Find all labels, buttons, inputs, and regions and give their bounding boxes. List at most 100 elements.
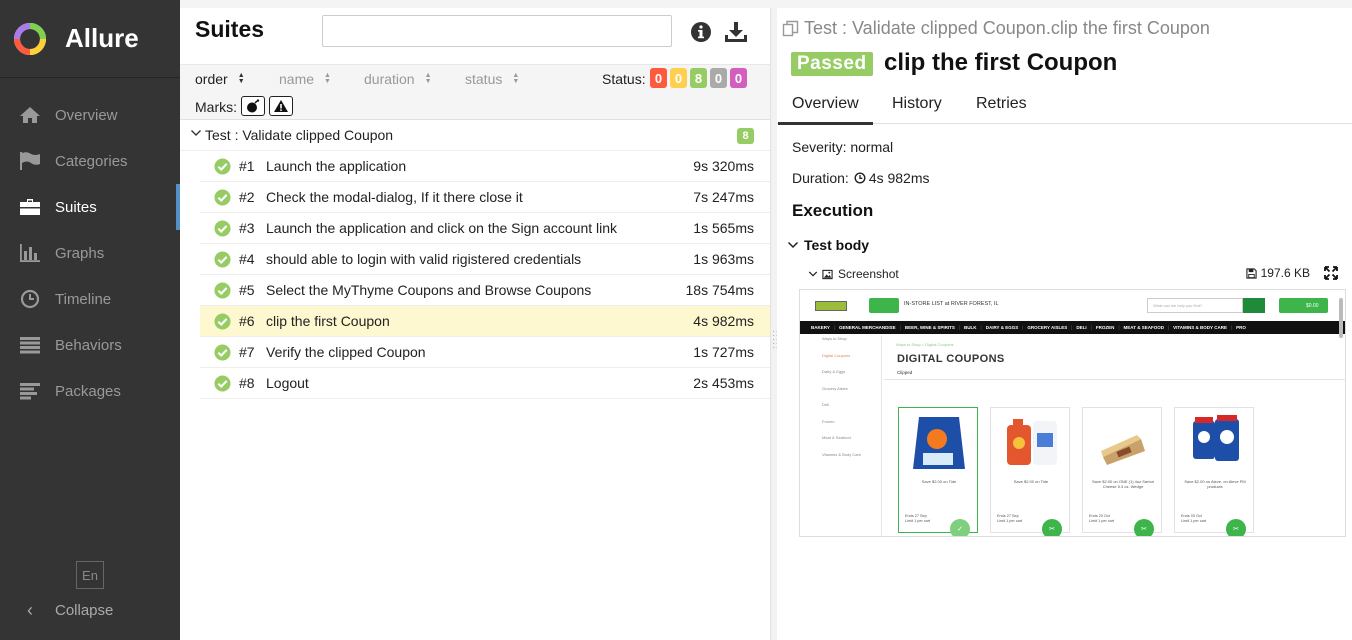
sidebar-item-label: Categories (55, 152, 128, 170)
test-row[interactable]: #5 Select the MyThyme Coupons and Browse … (200, 275, 770, 306)
sidebar-item-label: Behaviors (55, 336, 122, 354)
sort-duration[interactable]: duration ▲ ▼ (364, 71, 432, 87)
suites-header: Suites (180, 8, 770, 64)
sidebar-item-graphs[interactable]: Graphs (0, 230, 180, 276)
tab-overview[interactable]: Overview (778, 95, 873, 125)
test-title: clip the first Coupon (884, 49, 1118, 76)
check-circle-icon (214, 251, 231, 268)
shot-nav-separator: | (1022, 325, 1024, 330)
panel-splitter[interactable]: ·· ·· ·· ·· ·· (770, 8, 779, 640)
status-failed-badge[interactable]: 0 (650, 68, 667, 88)
check-circle-icon (214, 375, 231, 392)
allure-logo-icon (14, 22, 46, 55)
duration-label: Duration: (792, 170, 849, 186)
shot-nav-separator: | (958, 325, 961, 330)
shot-clip-button: ✂ (1134, 519, 1154, 536)
sort-order-label: order (195, 71, 228, 87)
sidebar-item-label: Suites (55, 198, 97, 216)
test-row[interactable]: #1 Launch the application 9s 320ms (200, 151, 770, 182)
shot-nav-separator: | (1071, 325, 1073, 330)
shot-sidebar: Ways to Shop Digital Coupons Dairy & Eggs G… (816, 336, 882, 536)
test-duration: 4s 982ms (693, 313, 754, 329)
shot-category-nav: BAKERY | GENERAL MERCHANDISE | BEER, WINE & … (800, 321, 1345, 334)
shot-search-input: What can we help you find? (1147, 298, 1243, 313)
test-row[interactable]: #3 Launch the application and click on th… (200, 213, 770, 244)
sort-name[interactable]: name ▲ ▼ (279, 71, 331, 87)
shot-sidebar-item: Digital Coupons (822, 352, 851, 358)
shot-nav-item: DAIRY & EGGS (985, 325, 1019, 330)
test-duration: 1s 727ms (693, 344, 754, 360)
sidebar-item-packages[interactable]: Packages (0, 368, 180, 414)
shot-sidebar-item: Vitamins & Body Care (822, 451, 862, 457)
expand-icon[interactable] (1324, 266, 1338, 280)
test-list: #1 Launch the application 9s 320ms #2 Check … (180, 151, 770, 399)
download-icon[interactable] (724, 20, 748, 44)
sidebar-item-suites[interactable]: Suites (0, 184, 180, 230)
info-icon[interactable] (689, 20, 713, 44)
shot-nav-separator: | (1090, 325, 1092, 330)
search-input[interactable] (322, 15, 672, 47)
shot-nav-item: DELI (1076, 325, 1087, 330)
shot-clipped-filter: Clipped (897, 370, 913, 375)
shot-scrollbar (1339, 298, 1343, 338)
execution-heading: Execution (792, 201, 874, 220)
shot-coupon-desc: Save $2.00 on ONE (1) 4oz Sartori Cheese… (1091, 479, 1155, 489)
attachment-row[interactable]: Screenshot 197.6 KB (808, 265, 1338, 283)
status-badge: Passed (791, 52, 873, 76)
collapse-button[interactable]: ‹ Collapse (18, 600, 113, 621)
shot-store-logo (815, 301, 847, 311)
suite-group-row[interactable]: Test : Validate clipped Coupon 8 (180, 120, 770, 151)
status-skipped-badge[interactable]: 0 (710, 68, 727, 88)
clock-icon (854, 172, 866, 184)
check-circle-icon (214, 220, 231, 237)
suites-panel: Suites order ▲ ▼ name ▲ ▼ duration ▲ ▼ s… (180, 8, 770, 640)
language-switch[interactable]: En (76, 561, 104, 589)
breadcrumb[interactable]: Test : Validate clipped Coupon.clip the … (782, 18, 1210, 39)
sidebar-item-categories[interactable]: Categories (0, 138, 180, 184)
tab-history[interactable]: History (892, 95, 942, 113)
check-circle-icon (214, 282, 231, 299)
shot-sidebar-item: Dairy & Eggs (822, 369, 846, 374)
shot-store-text: IN-STORE LIST at RIVER FOREST, IL (904, 301, 999, 307)
test-row[interactable]: #4 should able to login with valid rigist… (200, 244, 770, 275)
status-unknown-badge[interactable]: 0 (730, 68, 747, 88)
new-failed-mark-button[interactable] (269, 96, 293, 116)
detail-tabs: Overview History Retries (777, 88, 1352, 125)
copy-icon (782, 20, 799, 36)
sort-order[interactable]: order ▲ ▼ (195, 71, 245, 87)
sidebar-item-overview[interactable]: Overview (0, 92, 180, 138)
test-row[interactable]: #7 Verify the clipped Coupon 1s 727ms (200, 337, 770, 368)
test-row[interactable]: #2 Check the modal-dialog, If it there cl… (200, 182, 770, 213)
test-number: #4 (239, 251, 255, 267)
shot-clip-button: ✂ (1226, 519, 1246, 536)
shot-nav-item: BEER, WINE & SPIRITS (904, 325, 955, 330)
shot-cart-button: $0.00 (1279, 298, 1328, 313)
severity-text: Severity: normal (792, 139, 894, 155)
shot-coupon-card: Save $2.00 on ONE (1) 4oz Sartori Cheese… (1082, 407, 1162, 536)
test-row[interactable]: #8 Logout 2s 453ms (200, 368, 770, 399)
shot-clip-button: ✂ (1042, 519, 1062, 536)
brand[interactable]: Allure (0, 0, 180, 78)
test-name: Launch the application and click on the … (266, 220, 618, 236)
attachment-name: Screenshot (838, 267, 899, 281)
breadcrumb-text: Test : Validate clipped Coupon.clip the … (804, 18, 1210, 38)
sidebar-item-label: Packages (55, 382, 121, 400)
test-body-toggle[interactable]: Test body (787, 237, 869, 253)
marks-label: Marks: (195, 99, 237, 115)
shot-coupon-card: Save $2.00 on Aleve, on Aleve PM product… (1174, 407, 1254, 536)
test-name: should able to login with valid rigister… (266, 251, 582, 267)
align-left-icon (18, 381, 42, 401)
sidebar-item-timeline[interactable]: Timeline (0, 276, 180, 322)
test-row[interactable]: #6 clip the first Coupon 4s 982ms (200, 306, 770, 337)
attachment-screenshot[interactable]: IN-STORE LIST at RIVER FOREST, IL What c… (799, 289, 1346, 537)
shot-nav-item: BAKERY (811, 325, 830, 330)
home-icon (18, 105, 42, 125)
sort-status[interactable]: status ▲ ▼ (465, 71, 519, 87)
status-passed-badge[interactable]: 8 (690, 68, 707, 88)
shot-nav-separator: | (1230, 325, 1233, 330)
tab-retries[interactable]: Retries (976, 95, 1027, 113)
status-broken-badge[interactable]: 0 (670, 68, 687, 88)
shot-divider (884, 379, 1345, 380)
flaky-mark-button[interactable] (241, 96, 265, 116)
sidebar-item-behaviors[interactable]: Behaviors (0, 322, 180, 368)
